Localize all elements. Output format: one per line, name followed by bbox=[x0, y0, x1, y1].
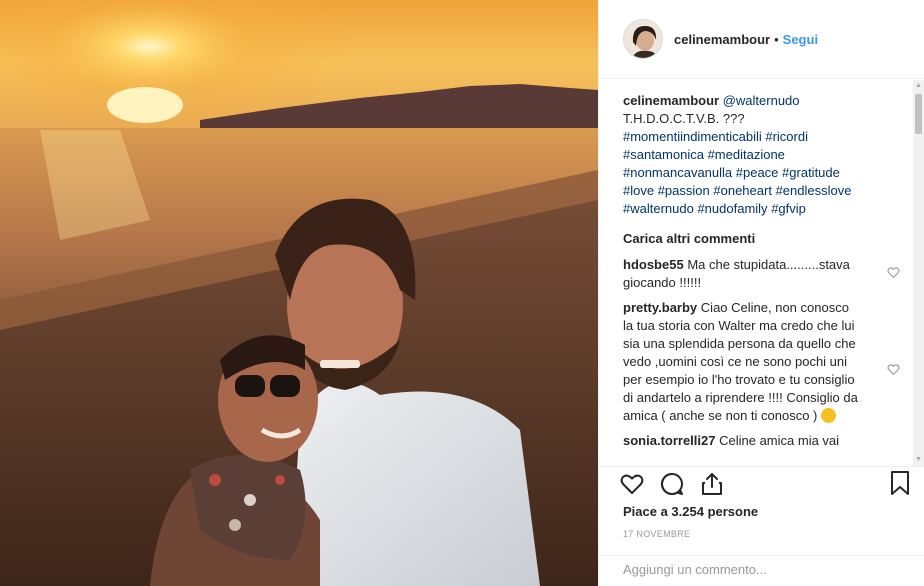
heart-icon[interactable] bbox=[619, 471, 645, 497]
load-more-comments-link[interactable]: Carica altri commenti bbox=[623, 230, 891, 248]
caption-mention[interactable]: @walternudo bbox=[723, 93, 800, 108]
scrollbar-thumb[interactable] bbox=[915, 94, 922, 134]
post-photo[interactable] bbox=[0, 0, 598, 586]
follow-button[interactable]: Segui bbox=[783, 32, 818, 47]
sunset-beach-selfie-image bbox=[0, 0, 598, 586]
post-side-panel: celinemambour • Segui celinemambour @wal… bbox=[598, 0, 924, 586]
add-comment-bar bbox=[599, 555, 924, 586]
hashtag-link[interactable]: #nonmancavanulla bbox=[623, 165, 732, 180]
hashtag-link[interactable]: #ricordi bbox=[765, 129, 808, 144]
comment-username[interactable]: hdosbe55 bbox=[623, 257, 684, 272]
share-icon[interactable] bbox=[699, 471, 725, 497]
separator-dot: • bbox=[774, 31, 779, 47]
small-heart-icon[interactable] bbox=[887, 363, 901, 377]
hashtag-link[interactable]: #santamonica bbox=[623, 147, 704, 162]
comment-item: pretty.barby Ciao Celine, non conosco la… bbox=[623, 299, 900, 425]
post-view: celinemambour • Segui celinemambour @wal… bbox=[0, 0, 924, 586]
scroll-up-arrow-icon[interactable]: ▲ bbox=[913, 80, 924, 92]
avatar[interactable] bbox=[623, 19, 663, 59]
caption-text: T.H.D.O.C.T.V.B. ??? bbox=[623, 111, 745, 126]
hashtag-link[interactable]: #momentiindimenticabili bbox=[623, 129, 762, 144]
post-author-username[interactable]: celinemambour bbox=[674, 32, 770, 47]
add-comment-input[interactable] bbox=[623, 562, 913, 577]
hashtag-link[interactable]: #love bbox=[623, 183, 654, 198]
comments-scrollbar[interactable]: ▲ ▼ bbox=[913, 80, 924, 466]
hashtag-link[interactable]: #gfvip bbox=[771, 201, 806, 216]
post-caption: celinemambour @walternudo T.H.D.O.C.T.V.… bbox=[623, 92, 891, 218]
hashtag-link[interactable]: #gratitude bbox=[782, 165, 840, 180]
comment-item: hdosbe55 Ma che stupidata.........stava … bbox=[623, 256, 900, 292]
hashtag-link[interactable]: #peace bbox=[736, 165, 779, 180]
comment-text: Celine amica mia vai bbox=[719, 433, 840, 448]
likes-count[interactable]: Piace a 3.254 persone bbox=[623, 504, 758, 519]
comment-username[interactable]: sonia.torrelli27 bbox=[623, 433, 715, 448]
caption-username[interactable]: celinemambour bbox=[623, 93, 719, 108]
bookmark-icon[interactable] bbox=[887, 469, 913, 497]
small-heart-icon[interactable] bbox=[887, 266, 901, 280]
hashtag-link[interactable]: #walternudo bbox=[623, 201, 694, 216]
comments-list[interactable]: celinemambour @walternudo T.H.D.O.C.T.V.… bbox=[599, 80, 924, 466]
hashtag-link[interactable]: #endlesslove bbox=[776, 183, 852, 198]
post-date: 17 NOVEMBRE bbox=[623, 529, 691, 539]
avatar-image bbox=[624, 20, 662, 58]
hashtag-link[interactable]: #meditazione bbox=[708, 147, 785, 162]
comment-text: Ciao Celine, non conosco la tua storia c… bbox=[623, 300, 858, 423]
hashtag-link[interactable]: #passion bbox=[658, 183, 710, 198]
hashtag-link[interactable]: #oneheart bbox=[713, 183, 772, 198]
post-actions: Piace a 3.254 persone 17 NOVEMBRE bbox=[599, 466, 924, 586]
scroll-down-arrow-icon[interactable]: ▼ bbox=[913, 454, 924, 466]
face-blowing-kiss-emoji bbox=[821, 408, 837, 423]
hashtag-link[interactable]: #nudofamily bbox=[697, 201, 767, 216]
comment-bubble-icon[interactable] bbox=[659, 471, 685, 497]
action-icons bbox=[619, 469, 739, 499]
comment-item: sonia.torrelli27 Celine amica mia vai bbox=[623, 432, 891, 450]
comment-username[interactable]: pretty.barby bbox=[623, 300, 697, 315]
post-header: celinemambour • Segui bbox=[599, 0, 924, 79]
